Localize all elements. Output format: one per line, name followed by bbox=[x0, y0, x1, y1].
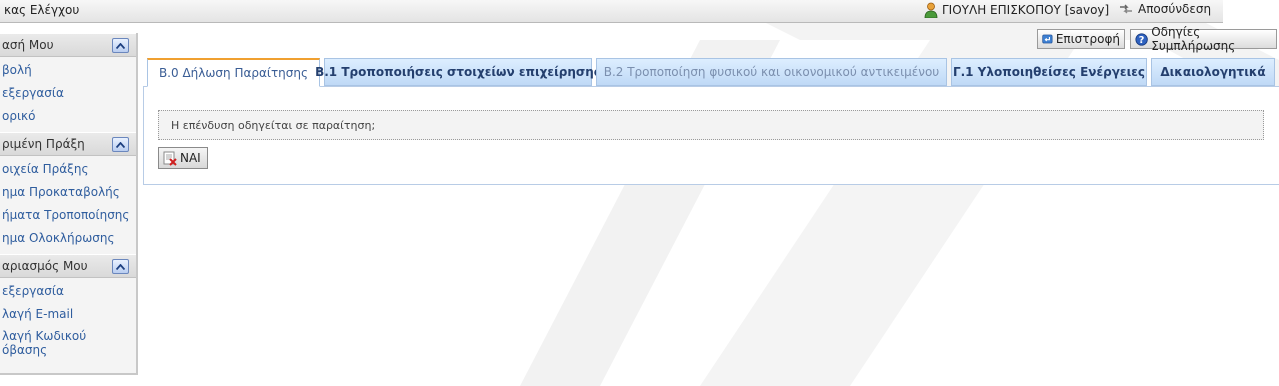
help-button[interactable]: ? Οδηγίες Συμπλήρωσης bbox=[1130, 25, 1277, 53]
sidebar: ασή Μου βολή εξεργασία ορικό ριμένη Πράξ… bbox=[0, 33, 138, 375]
back-label: Επιστροφή bbox=[1055, 32, 1120, 46]
sidebar-item[interactable]: εξεργασία bbox=[0, 82, 136, 105]
sidebar-section-header[interactable]: ριμένη Πράξη bbox=[0, 132, 136, 156]
sidebar-section: ασή Μου βολή εξεργασία ορικό bbox=[0, 33, 136, 132]
app-title: κας Ελέγχου bbox=[4, 3, 80, 17]
sidebar-item[interactable]: λαγή Κωδικού όβασης bbox=[0, 326, 136, 359]
chevron-up-icon bbox=[116, 263, 125, 270]
sidebar-item[interactable]: οιχεία Πράξης bbox=[0, 158, 136, 181]
question-field: Η επένδυση οδηγείται σε παραίτηση; bbox=[158, 110, 1264, 140]
chevron-up-icon bbox=[116, 42, 125, 49]
collapse-button[interactable] bbox=[112, 137, 129, 152]
sidebar-section: ριμένη Πράξη οιχεία Πράξης ημα Προκαταβο… bbox=[0, 132, 136, 254]
tab-label: Β.0 Δήλωση Παραίτησης bbox=[158, 66, 309, 80]
collapse-button[interactable] bbox=[112, 38, 129, 53]
back-button[interactable]: Επιστροφή bbox=[1037, 29, 1125, 49]
sidebar-section-title: ριμένη Πράξη bbox=[2, 137, 85, 151]
yes-button[interactable]: ΝΑΙ bbox=[158, 147, 208, 169]
sidebar-item[interactable]: ορικό bbox=[0, 105, 136, 128]
sidebar-item[interactable]: ημα Προκαταβολής bbox=[0, 181, 136, 204]
svg-text:?: ? bbox=[1139, 35, 1145, 46]
user-info: ΓΙΟΥΛΗ ΕΠΙΣΚΟΠΟΥ [savoy] bbox=[924, 2, 1109, 18]
help-icon: ? bbox=[1135, 32, 1148, 46]
sidebar-item[interactable]: λαγή E-mail bbox=[0, 303, 136, 326]
sidebar-section: αριασμός Μου εξεργασία λαγή E-mail λαγή … bbox=[0, 254, 136, 363]
sidebar-section-header[interactable]: αριασμός Μου bbox=[0, 254, 136, 278]
sidebar-section-header[interactable]: ασή Μου bbox=[0, 33, 136, 57]
tab-implemented-actions[interactable]: Γ.1 Υλοποιηθείσες Ενέργειες bbox=[951, 58, 1147, 86]
chevron-up-icon bbox=[116, 141, 125, 148]
tab-documents[interactable]: Δικαιολογητικά bbox=[1151, 58, 1275, 86]
sidebar-item[interactable]: ημα Ολοκλήρωσης bbox=[0, 227, 136, 250]
logout-link[interactable]: Αποσύνδεση bbox=[1118, 2, 1211, 16]
collapse-button[interactable] bbox=[112, 259, 129, 274]
tab-label: Β.1 Τροποποιήσεις στοιχείων επιχείρησης bbox=[315, 65, 601, 79]
tab-label: Δικαιολογητικά bbox=[1160, 65, 1266, 79]
sidebar-section-title: ασή Μου bbox=[2, 38, 54, 52]
question-label: Η επένδυση οδηγείται σε παραίτηση; bbox=[171, 119, 376, 132]
tab-label: Γ.1 Υλοποιηθείσες Ενέργειες bbox=[952, 65, 1146, 79]
user-name: ΓΙΟΥΛΗ ΕΠΙΣΚΟΠΟΥ [savoy] bbox=[942, 3, 1110, 17]
yes-label: ΝΑΙ bbox=[180, 151, 201, 165]
document-delete-icon bbox=[163, 151, 177, 166]
top-bar: κας Ελέγχου ΓΙΟΥΛΗ ΕΠΙΣΚΟΠΟΥ [savoy] Απο… bbox=[0, 0, 1223, 23]
tab-business-changes[interactable]: Β.1 Τροποποιήσεις στοιχείων επιχείρησης bbox=[315, 58, 601, 86]
logout-icon bbox=[1120, 4, 1132, 14]
help-label: Οδηγίες Συμπλήρωσης bbox=[1151, 25, 1236, 53]
back-arrow-icon bbox=[1042, 34, 1053, 44]
logout-label: Αποσύνδεση bbox=[1138, 2, 1212, 16]
tab-label: Β.2 Τροποποίηση φυσικού και οικονομικού … bbox=[603, 65, 940, 79]
tab-object-changes[interactable]: Β.2 Τροποποίηση φυσικού και οικονομικού … bbox=[596, 58, 947, 86]
sidebar-section-title: αριασμός Μου bbox=[2, 259, 88, 273]
user-icon bbox=[924, 2, 938, 18]
sidebar-item[interactable]: εξεργασία bbox=[0, 280, 136, 303]
sidebar-item[interactable]: ήματα Τροποποίησης bbox=[0, 204, 136, 227]
sidebar-item[interactable]: βολή bbox=[0, 59, 136, 82]
tab-resignation[interactable]: Β.0 Δήλωση Παραίτησης bbox=[147, 58, 320, 87]
